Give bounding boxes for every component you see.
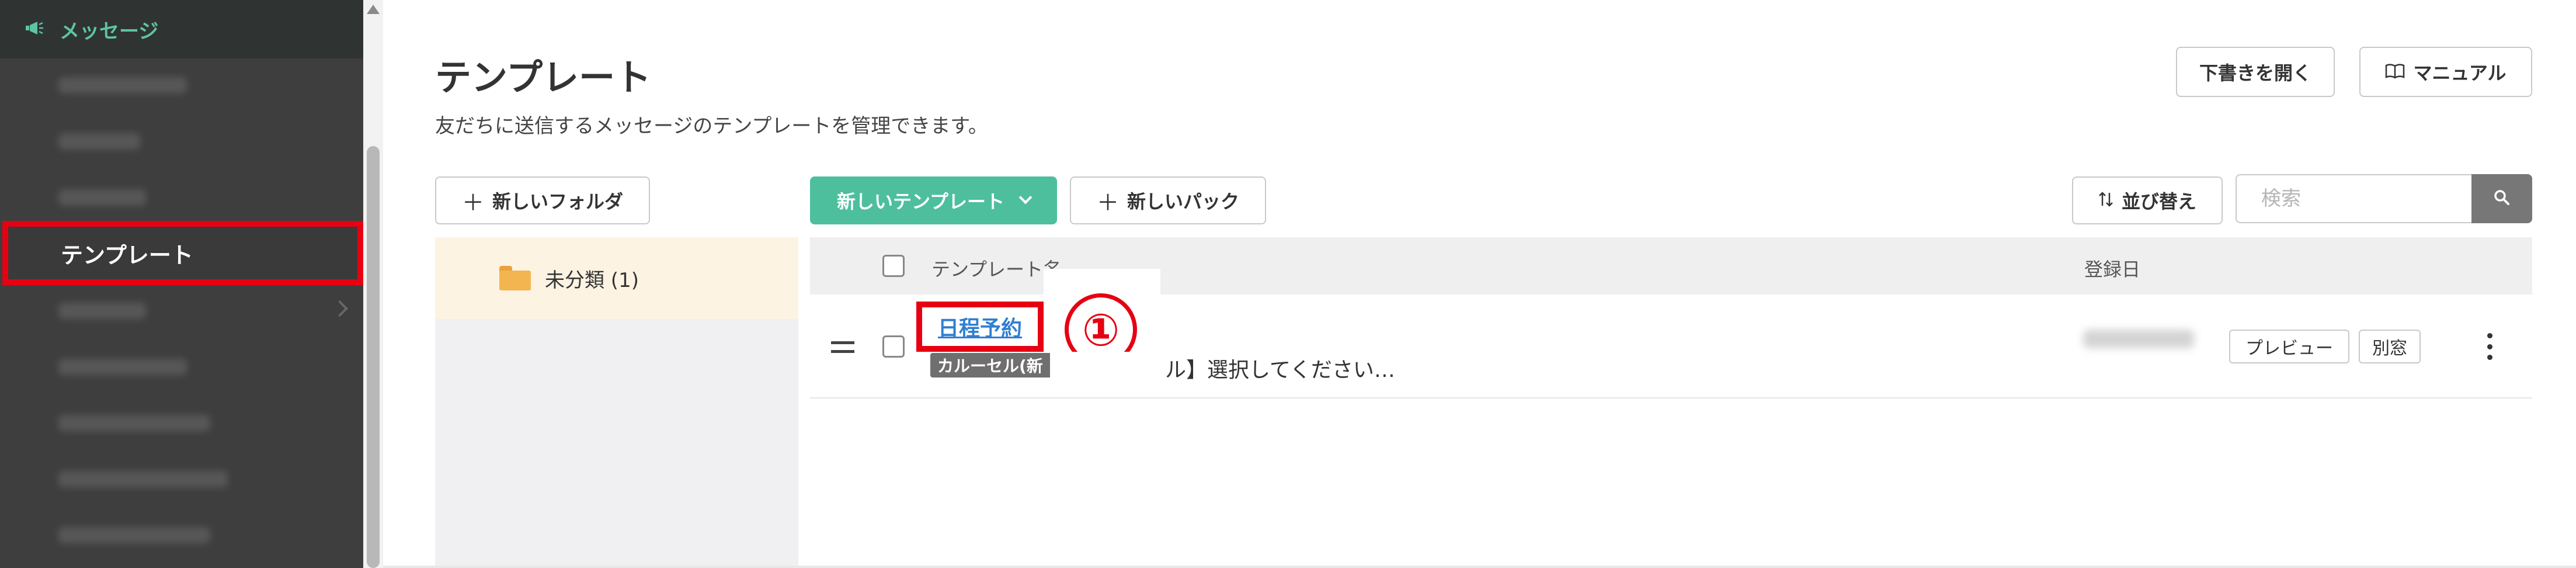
new-folder-button[interactable]: ＋ 新しいフォルダ <box>435 176 650 224</box>
table-row[interactable]: 日程予約 ① カルーセル(新 ル】選択してください… プレビュー 別窓 <box>810 269 2532 399</box>
folder-item-uncategorized[interactable]: 未分類 (1) <box>435 237 798 319</box>
chevron-down-icon <box>331 300 349 317</box>
template-name-link[interactable]: 日程予約 <box>938 311 1022 342</box>
manual-button[interactable]: マニュアル <box>2359 47 2532 97</box>
template-preview-text: ル】選択してください… <box>1165 358 1395 382</box>
select-all-checkbox[interactable] <box>882 255 905 277</box>
sidebar-item-blurred-2[interactable] <box>0 113 363 169</box>
megaphone-icon <box>25 19 44 39</box>
sidebar-item-blurred-4[interactable] <box>0 283 363 339</box>
sidebar-item-templates[interactable]: テンプレート <box>2 221 363 285</box>
row-checkbox[interactable] <box>882 335 905 358</box>
sidebar-item-label: テンプレート <box>61 242 193 268</box>
sidebar-item-blurred-3[interactable] <box>0 169 363 226</box>
new-pack-button[interactable]: ＋ 新しいパック <box>1070 176 1266 224</box>
new-template-button[interactable]: 新しいテンプレート <box>810 176 1057 224</box>
search-button[interactable] <box>2471 174 2532 223</box>
folder-label: 未分類 (1) <box>545 268 639 292</box>
plus-icon: ＋ <box>461 189 484 216</box>
sort-arrows-icon <box>2098 188 2113 213</box>
open-drafts-button[interactable]: 下書きを開く <box>2176 47 2335 97</box>
drag-handle-icon[interactable] <box>831 341 854 353</box>
sidebar-item-blurred-5[interactable] <box>0 339 363 395</box>
chevron-down-icon <box>1018 191 1033 205</box>
column-header-registered-date: 登録日 <box>2084 258 2141 280</box>
book-icon <box>2385 59 2405 85</box>
page-title: テンプレート <box>435 56 652 99</box>
sidebar-item-blurred-6[interactable] <box>0 395 363 451</box>
sidebar-item-blurred-1[interactable] <box>0 57 363 113</box>
sidebar-scrollbar[interactable] <box>363 0 383 568</box>
sidebar-item-blurred-8[interactable] <box>0 507 363 563</box>
sidebar-section-messages[interactable]: メッセージ <box>0 0 363 58</box>
search-icon <box>2493 189 2511 209</box>
template-type-badge: カルーセル(新 <box>930 353 1050 377</box>
scroll-up-arrow-icon[interactable] <box>367 5 380 14</box>
plus-icon: ＋ <box>1096 189 1119 216</box>
folder-icon <box>499 266 531 290</box>
open-in-new-window-button[interactable]: 別窓 <box>2359 330 2421 363</box>
search-input[interactable] <box>2236 174 2473 223</box>
template-name-highlight[interactable]: 日程予約 <box>916 302 1044 352</box>
scrollbar-thumb[interactable] <box>367 146 380 568</box>
page-description: 友だちに送信するメッセージのテンプレートを管理できます。 <box>435 115 988 138</box>
column-header-template-name: テンプレート名 <box>931 258 1062 280</box>
sidebar-item-blurred-7[interactable] <box>0 451 363 507</box>
folder-panel: 未分類 (1) <box>435 237 798 568</box>
more-options-icon[interactable] <box>2487 333 2493 360</box>
sidebar-section-label: メッセージ <box>60 19 159 43</box>
preview-button[interactable]: プレビュー <box>2229 330 2349 363</box>
sidebar: メッセージ テンプレート <box>0 0 363 568</box>
sort-button[interactable]: 並び替え <box>2072 176 2223 224</box>
registered-date-blurred <box>2083 330 2194 348</box>
